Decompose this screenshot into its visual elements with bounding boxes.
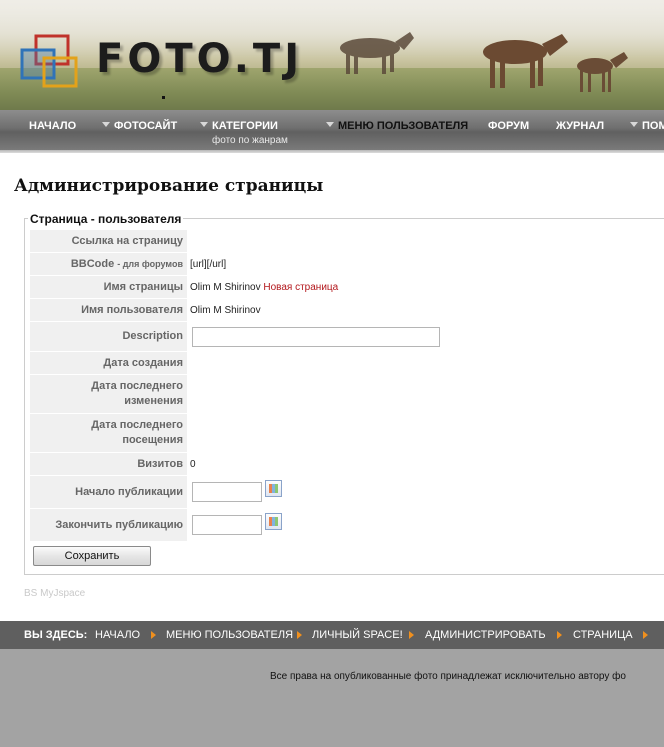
bbcode-value: [url][/url] bbox=[190, 259, 227, 270]
nav-item-forum[interactable]: ФОРУМ bbox=[488, 120, 529, 132]
nav-item-label: ПОМ bbox=[642, 120, 664, 132]
horses-image bbox=[340, 32, 628, 92]
row-description: Description bbox=[30, 322, 664, 352]
nav-item-help[interactable]: ПОМ bbox=[630, 120, 664, 132]
nav-item-journal[interactable]: ЖУРНАЛ bbox=[556, 120, 604, 132]
nav-item-label: ЖУРНАЛ bbox=[556, 120, 605, 132]
logo-text[interactable]: FOTO.TJ bbox=[96, 36, 303, 82]
visits-value: 0 bbox=[190, 459, 196, 470]
breadcrumb-arrow-icon bbox=[643, 631, 648, 639]
row-publish-end: Закончить публикацию bbox=[30, 509, 664, 542]
nav-item-user-menu[interactable]: МЕНЮ ПОЛЬЗОВАТЕЛЯ bbox=[326, 120, 468, 132]
chevron-down-icon bbox=[102, 122, 110, 127]
breadcrumb-item-page: СТРАНИЦА bbox=[573, 629, 633, 641]
username-label: Имя пользователя bbox=[30, 299, 187, 321]
footer-copyright: Все права на опубликованные фото принадл… bbox=[270, 671, 626, 682]
nav-item-label: КАТЕГОРИИ bbox=[212, 120, 278, 132]
main-nav: НАЧАЛО ФОТОСАЙТ КАТЕГОРИИ фото по жанрам… bbox=[0, 110, 664, 150]
credit-link[interactable]: BS MyJspace bbox=[24, 588, 85, 599]
nav-item-photosite[interactable]: ФОТОСАЙТ bbox=[102, 120, 177, 132]
row-visited: Дата последнего посещения bbox=[30, 414, 664, 453]
nav-item-categories[interactable]: КАТЕГОРИИ bbox=[200, 120, 278, 132]
header-banner: FOTO.TJ bbox=[0, 0, 664, 110]
fieldset-legend: Страница - пользователя bbox=[28, 212, 184, 226]
row-username: Имя пользователя Olim M Shirinov bbox=[30, 299, 664, 322]
page-link-label: Ссылка на страницу bbox=[30, 230, 187, 252]
page-name-value: Olim M Shirinov Новая страница bbox=[190, 282, 338, 293]
page-name-title: Новая страница bbox=[263, 282, 339, 293]
row-modified: Дата последнего изменения bbox=[30, 375, 664, 414]
description-label: Description bbox=[30, 322, 187, 351]
chevron-down-icon bbox=[200, 122, 208, 127]
breadcrumb-item-home[interactable]: НАЧАЛО bbox=[95, 629, 140, 641]
nav-item-label: НАЧАЛО bbox=[29, 120, 77, 132]
bbcode-label-text: BBCode bbox=[70, 257, 115, 270]
breadcrumb-item-personal-space[interactable]: ЛИЧНЫЙ SPACE! bbox=[312, 629, 403, 641]
nav-item-label: ФОТОСАЙТ bbox=[114, 120, 178, 132]
breadcrumb: ВЫ ЗДЕСЬ: НАЧАЛО МЕНЮ ПОЛЬЗОВАТЕЛЯ ЛИЧНЫ… bbox=[0, 621, 664, 649]
breadcrumb-arrow-icon bbox=[151, 631, 156, 639]
breadcrumb-item-administer[interactable]: АДМИНИСТРИРОВАТЬ bbox=[425, 629, 546, 641]
page-title: Администрирование страницы bbox=[14, 176, 324, 196]
row-page-link: Ссылка на страницу bbox=[30, 230, 664, 253]
username-value: Olim M Shirinov bbox=[190, 305, 261, 316]
logo-dot bbox=[162, 96, 165, 99]
row-page-name: Имя страницы Olim M Shirinov Новая стран… bbox=[30, 276, 664, 299]
nav-item-categories-sub[interactable]: фото по жанрам bbox=[212, 135, 288, 146]
breadcrumb-item-user-menu[interactable]: МЕНЮ ПОЛЬЗОВАТЕЛЯ bbox=[166, 629, 293, 641]
nav-item-label: ФОРУМ bbox=[488, 120, 530, 132]
breadcrumb-arrow-icon bbox=[557, 631, 562, 639]
chevron-down-icon bbox=[630, 122, 638, 127]
bbcode-label: BBCode - для форумов bbox=[30, 253, 187, 275]
publish-end-input[interactable] bbox=[192, 515, 262, 535]
description-input[interactable] bbox=[192, 327, 440, 347]
visited-label: Дата последнего посещения bbox=[30, 414, 187, 452]
publish-start-input[interactable] bbox=[192, 482, 262, 502]
page-name-user: Olim M Shirinov bbox=[190, 282, 261, 293]
calendar-icon[interactable] bbox=[265, 480, 282, 497]
row-bbcode: BBCode - для форумов [url][/url] bbox=[30, 253, 664, 276]
row-publish-start: Начало публикации bbox=[30, 476, 664, 509]
publish-end-label: Закончить публикацию bbox=[30, 509, 187, 541]
visits-label: Визитов bbox=[30, 453, 187, 475]
created-label: Дата создания bbox=[30, 352, 187, 374]
nav-item-label: МЕНЮ ПОЛЬЗОВАТЕЛЯ bbox=[338, 120, 469, 132]
row-visits: Визитов 0 bbox=[30, 453, 664, 476]
row-created: Дата создания bbox=[30, 352, 664, 375]
nav-item-home[interactable]: НАЧАЛО bbox=[29, 120, 76, 132]
footer: Все права на опубликованные фото принадл… bbox=[0, 649, 664, 747]
breadcrumb-arrow-icon bbox=[297, 631, 302, 639]
bbcode-note: - для форумов bbox=[117, 258, 183, 269]
page-name-label: Имя страницы bbox=[30, 276, 187, 298]
nav-divider bbox=[0, 150, 664, 153]
breadcrumb-arrow-icon bbox=[409, 631, 414, 639]
calendar-icon[interactable] bbox=[265, 513, 282, 530]
modified-label: Дата последнего изменения bbox=[30, 375, 187, 413]
save-button[interactable]: Сохранить bbox=[33, 546, 151, 566]
publish-start-label: Начало публикации bbox=[30, 476, 187, 508]
chevron-down-icon bbox=[326, 122, 334, 127]
breadcrumb-lead: ВЫ ЗДЕСЬ: bbox=[24, 629, 88, 641]
logo-icon[interactable] bbox=[20, 34, 82, 90]
